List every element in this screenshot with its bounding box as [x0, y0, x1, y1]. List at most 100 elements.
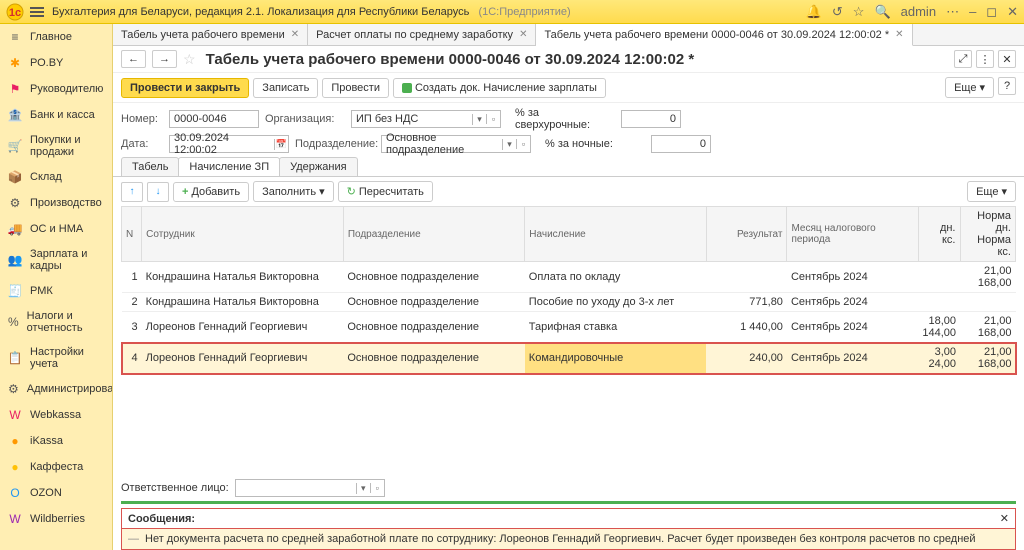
sidebar-icon: ✱ [8, 56, 22, 70]
sidebar-item[interactable]: %Налоги и отчетность [0, 304, 112, 340]
sidebar-icon: 🏦 [8, 108, 22, 122]
sidebar-item[interactable]: WWildberries [0, 506, 112, 532]
inner-tab[interactable]: Начисление ЗП [178, 157, 280, 176]
inner-more-button[interactable]: Еще ▾ [967, 181, 1016, 202]
sidebar-icon: ⚙ [8, 196, 22, 210]
expand-icon[interactable]: ⤢ [954, 50, 972, 68]
number-field[interactable] [169, 110, 259, 128]
maximize-icon[interactable]: ◻ [986, 4, 997, 20]
resp-label: Ответственное лицо: [121, 482, 229, 494]
sidebar-item[interactable]: 📦 Склад [0, 164, 112, 190]
resp-dropdown[interactable]: ▾▫ [235, 479, 385, 497]
message-bullet: — [128, 533, 139, 545]
org-dropdown[interactable]: ИП без НДС▾▫ [351, 110, 501, 128]
inner-tab[interactable]: Удержания [279, 157, 357, 176]
sidebar-item[interactable]: ⚑Руководителю [0, 76, 112, 102]
bell-icon[interactable]: 🔔 [806, 4, 822, 20]
close-icon[interactable]: ✕ [1007, 4, 1018, 20]
search-icon[interactable]: 🔍 [874, 4, 890, 20]
more-button[interactable]: Еще ▾ [945, 77, 994, 98]
date-field[interactable]: 30.09.2024 12:00:02📅 [169, 135, 289, 153]
night-label: % за ночные: [545, 138, 645, 150]
org-label: Организация: [265, 113, 345, 125]
sidebar-icon: 📋 [8, 351, 22, 365]
sidebar-label: Склад [30, 171, 62, 183]
sidebar-label: Настройки учета [30, 346, 104, 370]
sidebar-item[interactable]: OOZON [0, 480, 112, 506]
nav-forward-button[interactable]: → [152, 50, 177, 68]
message-text: Нет документа расчета по средней заработ… [145, 533, 976, 545]
favorite-icon[interactable]: ☆ [183, 51, 196, 68]
app-logo: 1c [6, 3, 24, 21]
status-bar [121, 501, 1016, 504]
inner-tab[interactable]: Табель [121, 157, 179, 176]
tab-close-icon[interactable]: ✕ [895, 29, 903, 40]
tab-close-icon[interactable]: ✕ [291, 29, 299, 40]
move-down-button[interactable]: ↓ [147, 182, 169, 202]
sidebar-icon: O [8, 486, 22, 500]
sidebar-icon: ≡ [8, 30, 22, 44]
document-tabs: Табель учета рабочего времени✕Расчет опл… [113, 24, 1024, 46]
overtime-label: % за сверхурочные: [515, 107, 615, 131]
add-button[interactable]: + Добавить [173, 182, 249, 202]
sidebar-item[interactable]: 📋 Настройки учета [0, 340, 112, 376]
overtime-field[interactable] [621, 110, 681, 128]
sidebar-item[interactable]: ⚙Администрирование [0, 376, 112, 402]
document-tab[interactable]: Расчет оплаты по среднему заработку✕ [308, 24, 536, 45]
sidebar-icon: 🧾 [8, 284, 22, 298]
sidebar-label: РМК [30, 285, 53, 297]
dept-dropdown[interactable]: Основное подразделение▾▫ [381, 135, 531, 153]
sidebar-icon: W [8, 512, 22, 526]
sidebar-item[interactable]: WWebkassa [0, 402, 112, 428]
sidebar-label: РО.BY [30, 57, 63, 69]
sidebar-label: Банк и касса [30, 109, 95, 121]
titlebar: 1c Бухгалтерия для Беларуси, редакция 2.… [0, 0, 1024, 24]
messages-panel: Сообщения: ✕ — Нет документа расчета по … [121, 508, 1016, 550]
fill-button[interactable]: Заполнить ▾ [253, 181, 334, 202]
nav-back-button[interactable]: ← [121, 50, 146, 68]
history-icon[interactable]: ↺ [832, 4, 843, 20]
move-up-button[interactable]: ↑ [121, 182, 143, 202]
more-icon[interactable]: ⋮ [976, 50, 994, 68]
dept-label: Подразделение: [295, 138, 375, 150]
sidebar-item[interactable]: 🧾 РМК [0, 278, 112, 304]
number-label: Номер: [121, 113, 163, 125]
sidebar-item[interactable]: 🛒Покупки и продажи [0, 128, 112, 164]
sidebar-label: Главное [30, 31, 72, 43]
star-icon[interactable]: ☆ [853, 4, 865, 20]
document-tab[interactable]: Табель учета рабочего времени 0000-0046 … [536, 24, 912, 46]
table-row[interactable]: 3Лореонов Геннадий ГеоргиевичОсновное по… [122, 312, 1016, 343]
sidebar-item[interactable]: 🏦 Банк и касса [0, 102, 112, 128]
sidebar-item[interactable]: 👥Зарплата и кадры [0, 242, 112, 278]
close-doc-icon[interactable]: ✕ [998, 50, 1016, 68]
tab-close-icon[interactable]: ✕ [519, 29, 527, 40]
sidebar-item[interactable]: ✱ РО.BY [0, 50, 112, 76]
sidebar-label: ОС и НМА [30, 223, 83, 235]
table-row[interactable]: 2Кондрашина Наталья ВикторовнаОсновное п… [122, 293, 1016, 312]
minimize-icon[interactable]: – [969, 4, 976, 19]
table-row[interactable]: 1Кондрашина Наталья ВикторовнаОсновное п… [122, 262, 1016, 293]
post-button[interactable]: Провести [322, 78, 389, 98]
table-row[interactable]: 4Лореонов Геннадий ГеоргиевичОсновное по… [122, 343, 1016, 374]
recalc-button[interactable]: ↻ Пересчитать [338, 181, 433, 202]
messages-close-icon[interactable]: ✕ [1000, 512, 1009, 525]
save-button[interactable]: Записать [253, 78, 318, 98]
sidebar-label: Каффеста [30, 461, 83, 473]
user-label[interactable]: admin [901, 4, 936, 19]
menu-icon[interactable] [30, 5, 44, 19]
post-and-close-button[interactable]: Провести и закрыть [121, 78, 249, 98]
help-button[interactable]: ? [998, 77, 1016, 95]
document-tab[interactable]: Табель учета рабочего времени✕ [113, 24, 308, 45]
sidebar-item[interactable]: 🚚 ОС и НМА [0, 216, 112, 242]
accrual-table[interactable]: N Сотрудник Подразделение Начисление Рез… [121, 206, 1016, 374]
sidebar-item[interactable]: ≡ Главное [0, 24, 112, 50]
create-doc-button[interactable]: Создать док. Начисление зарплаты [393, 78, 606, 98]
settings-icon[interactable]: ⋯ [946, 4, 959, 20]
sidebar-item[interactable]: ⚙ Производство [0, 190, 112, 216]
sidebar-item[interactable]: ●iKassa [0, 428, 112, 454]
sidebar-item[interactable]: ●Каффеста [0, 454, 112, 480]
sidebar-icon: 🚚 [8, 222, 22, 236]
sidebar-icon: 📦 [8, 170, 22, 184]
sidebar-label: Производство [30, 197, 102, 209]
night-field[interactable] [651, 135, 711, 153]
